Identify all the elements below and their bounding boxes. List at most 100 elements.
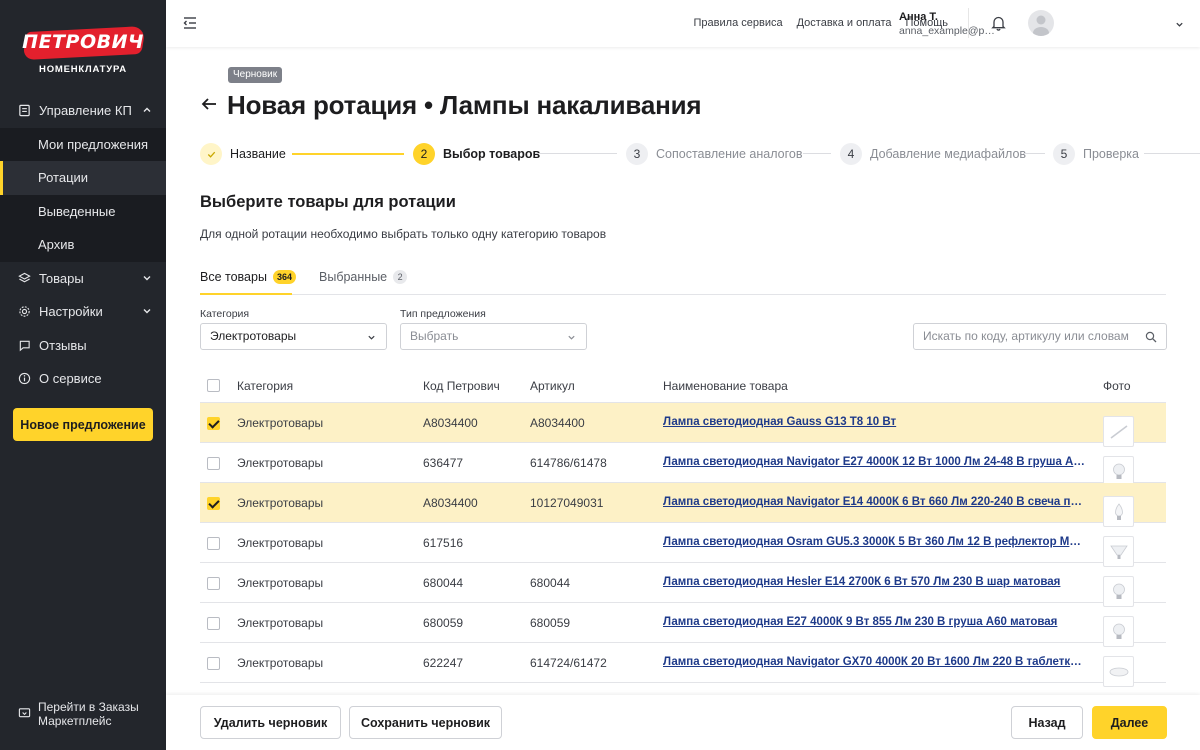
back-arrow-icon[interactable] bbox=[201, 96, 217, 112]
column-header-category[interactable]: Категория bbox=[237, 379, 293, 393]
brand-subtitle: НОМЕНКЛАТУРА bbox=[39, 64, 127, 75]
product-name-link[interactable]: Лампа светодиодная Hesler E14 2700К 6 Вт… bbox=[663, 576, 1088, 588]
sidebar-nav: Управление КП Мои предложения Ротации Вы… bbox=[0, 94, 166, 396]
rules-link[interactable]: Правила сервиса bbox=[694, 17, 783, 29]
step-number: 4 bbox=[840, 143, 862, 165]
cell-article: 10127049031 bbox=[530, 496, 604, 510]
table-row[interactable]: Электротовары 680059 680059 Лампа светодиод… bbox=[200, 603, 1166, 647]
step-review[interactable]: 5 Проверка bbox=[1053, 142, 1139, 166]
step-connector bbox=[535, 153, 617, 154]
product-name-link[interactable]: Лампа светодиодная Navigator E27 4000К 1… bbox=[663, 456, 1088, 468]
disc-lamp-icon[interactable] bbox=[1103, 656, 1134, 687]
sidebar-item-reviews[interactable]: Отзывы bbox=[0, 329, 166, 363]
sidebar-group-kp-label: Управление КП bbox=[39, 103, 132, 119]
sidebar-item-label: Архив bbox=[38, 237, 75, 253]
step-analog-matching[interactable]: 3 Сопоставление аналогов bbox=[626, 142, 802, 166]
page-title: Новая ротация • Лампы накаливания bbox=[227, 90, 702, 120]
step-media-upload[interactable]: 4 Добавление медиафайлов bbox=[840, 142, 1026, 166]
sidebar-item-archive[interactable]: Архив bbox=[0, 228, 166, 262]
step-number: 5 bbox=[1053, 143, 1075, 165]
checkbox[interactable] bbox=[207, 379, 220, 392]
avatar[interactable] bbox=[1028, 10, 1054, 36]
info-icon bbox=[18, 372, 31, 385]
column-header-name[interactable]: Наименование товара bbox=[663, 379, 788, 393]
brand-logo-mark: ПЕТРОВИЧ bbox=[21, 25, 146, 61]
sidebar-item-my-offers[interactable]: Мои предложения bbox=[0, 128, 166, 162]
table-row[interactable]: Электротовары 622247 614724/61472 Лампа све… bbox=[200, 643, 1166, 687]
checkbox[interactable] bbox=[207, 537, 220, 550]
user-name: Анна Т. bbox=[899, 11, 938, 23]
tab-all-products[interactable]: Все товары 364 bbox=[200, 270, 296, 284]
sidebar-item-about[interactable]: О сервисе bbox=[0, 362, 166, 396]
product-name-link[interactable]: Лампа светодиодная Navigator GX70 4000К … bbox=[663, 656, 1088, 668]
checkbox[interactable] bbox=[207, 617, 220, 630]
step-name[interactable]: Название bbox=[200, 142, 286, 166]
product-name-link[interactable]: Лампа светодиодная Osram GU5.3 3000К 5 В… bbox=[663, 536, 1088, 548]
search-icon[interactable] bbox=[1145, 331, 1157, 343]
column-header-article[interactable]: Артикул bbox=[530, 379, 575, 393]
product-name-link[interactable]: Лампа светодиодная Gauss G13 T8 10 Вт bbox=[663, 416, 1088, 428]
table-header: Категория Код Петрович Артикул Наименова… bbox=[200, 367, 1166, 403]
chevron-down-icon bbox=[143, 309, 151, 314]
table-row[interactable]: Электротовары 617516 Лампа светодиодная Os… bbox=[200, 523, 1166, 567]
next-button[interactable]: Далее bbox=[1092, 706, 1167, 739]
row-checkbox[interactable] bbox=[207, 417, 220, 430]
table-row[interactable]: Электротовары A8034400 10127049031 Лампа св… bbox=[200, 483, 1166, 527]
sidebar-item-label: Ротации bbox=[38, 170, 89, 186]
product-tabs: Все товары 364 Выбранные 2 bbox=[200, 262, 1166, 295]
cell-code: 680059 bbox=[423, 616, 464, 630]
row-checkbox[interactable] bbox=[207, 497, 220, 510]
table-row[interactable]: Электротовары 636477 614786/61478 Лампа све… bbox=[200, 443, 1166, 487]
category-select[interactable]: Электротовары bbox=[200, 323, 387, 350]
sidebar-item-products[interactable]: Товары bbox=[0, 262, 166, 296]
new-offer-button[interactable]: Новое предложение bbox=[13, 408, 153, 441]
product-name-link[interactable]: Лампа светодиодная E27 4000К 9 Вт 855 Лм… bbox=[663, 616, 1088, 628]
back-button[interactable]: Назад bbox=[1011, 706, 1083, 739]
step-connector bbox=[803, 153, 831, 154]
cell-category: Электротовары bbox=[237, 576, 324, 590]
checkbox[interactable] bbox=[207, 657, 220, 670]
chat-icon bbox=[18, 339, 31, 352]
select-all-checkbox[interactable] bbox=[207, 379, 220, 392]
step-product-selection[interactable]: 2 Выбор товаров bbox=[413, 142, 540, 166]
search-input[interactable]: Искать по коду, артикулу или словам bbox=[913, 323, 1167, 350]
row-checkbox[interactable] bbox=[207, 657, 220, 670]
cell-code: A8034400 bbox=[423, 496, 478, 510]
table-row[interactable]: Электротовары 680044 680044 Лампа светодиод… bbox=[200, 563, 1166, 607]
sidebar-item-label: Отзывы bbox=[39, 337, 87, 353]
tab-selected[interactable]: Выбранные 2 bbox=[319, 270, 408, 284]
cell-article: 680044 bbox=[530, 576, 571, 590]
column-header-photo: Фото bbox=[1103, 379, 1131, 393]
row-checkbox[interactable] bbox=[207, 537, 220, 550]
row-checkbox[interactable] bbox=[207, 457, 220, 470]
cell-article: 614786/61478 bbox=[530, 456, 607, 470]
delivery-link[interactable]: Доставка и оплата bbox=[797, 17, 892, 29]
chevron-down-icon bbox=[368, 335, 375, 340]
checkbox[interactable] bbox=[207, 497, 220, 510]
checkbox[interactable] bbox=[207, 457, 220, 470]
collapse-menu-icon[interactable] bbox=[182, 15, 198, 31]
column-header-code[interactable]: Код Петрович bbox=[423, 379, 500, 393]
step-number: 2 bbox=[413, 143, 435, 165]
offer-type-select[interactable]: Выбрать bbox=[400, 323, 587, 350]
sidebar-item-withdrawn[interactable]: Выведенные bbox=[0, 195, 166, 229]
sidebar-item-label: Товары bbox=[39, 270, 84, 286]
step-connector bbox=[1144, 153, 1200, 154]
sidebar-group-kp[interactable]: Управление КП bbox=[0, 94, 166, 128]
section-hint: Для одной ротации необходимо выбрать тол… bbox=[200, 227, 607, 241]
table-row[interactable]: Электротовары A8034400 A8034400 Лампа свето… bbox=[200, 403, 1166, 447]
chevron-down-icon[interactable] bbox=[1175, 20, 1184, 29]
checkbox[interactable] bbox=[207, 417, 220, 430]
sidebar-item-rotations[interactable]: Ротации bbox=[0, 161, 166, 195]
save-draft-button[interactable]: Сохранить черновик bbox=[349, 706, 502, 739]
delete-draft-button[interactable]: Удалить черновик bbox=[200, 706, 341, 739]
sidebar-item-settings[interactable]: Настройки bbox=[0, 295, 166, 329]
products-table: Категория Код Петрович Артикул Наименова… bbox=[200, 367, 1166, 687]
external-link-icon bbox=[18, 706, 31, 719]
product-name-link[interactable]: Лампа светодиодная Navigator E14 4000К 6… bbox=[663, 496, 1088, 508]
row-checkbox[interactable] bbox=[207, 577, 220, 590]
checkbox[interactable] bbox=[207, 577, 220, 590]
marketplace-orders-link[interactable]: Перейти в Заказы Маркетплейс bbox=[18, 700, 148, 728]
logo[interactable]: ПЕТРОВИЧ НОМЕНКЛАТУРА bbox=[0, 0, 166, 94]
row-checkbox[interactable] bbox=[207, 617, 220, 630]
